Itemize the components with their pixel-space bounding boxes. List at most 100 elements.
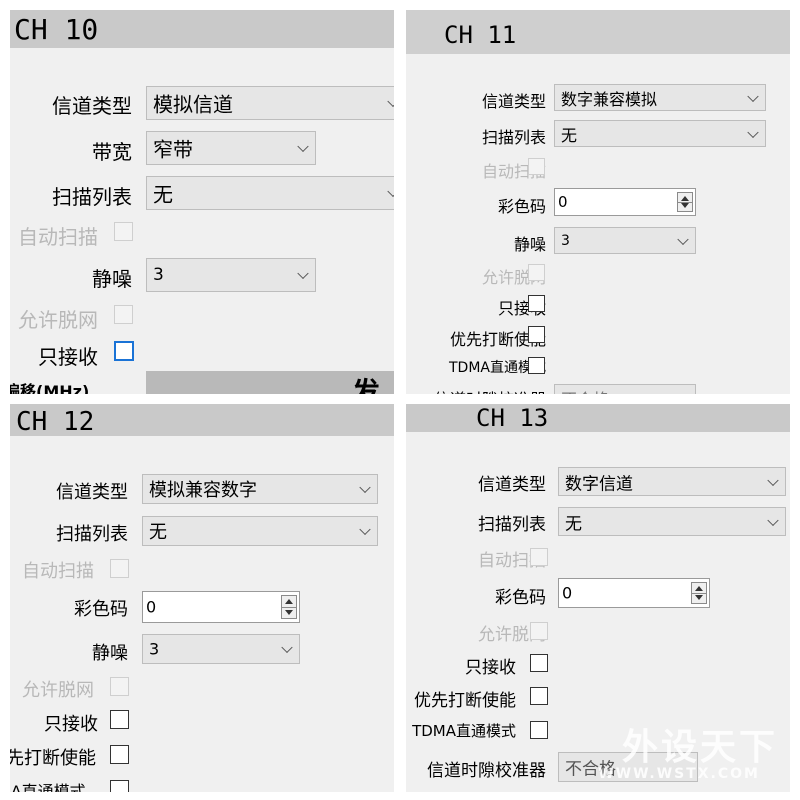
scan-list-select[interactable]: 无: [146, 176, 394, 210]
rx-only-label: 只接收: [465, 658, 516, 678]
auto-scan-checkbox[interactable]: [528, 158, 545, 175]
allow-offnet-checkbox[interactable]: [530, 622, 548, 640]
auto-scan-label: 自动扫描: [22, 561, 94, 582]
tdma-direct-checkbox[interactable]: [530, 721, 548, 739]
color-code-label: 彩色码: [497, 197, 546, 216]
spinner-arrows-icon[interactable]: [691, 582, 707, 604]
chevron-down-icon: [359, 523, 371, 536]
color-code-value: 0: [558, 193, 568, 211]
panel-ch13: CH 13 信道类型 数字信道 扫描列表 无 自动扫描 彩色码 0 允许脱网 只…: [406, 404, 790, 792]
channel-type-label: 信道类型: [478, 475, 546, 495]
squelch-value: 3: [149, 639, 160, 659]
panel-ch10: CH 10 信道类型 模拟信道 带宽 窄带 扫描列表 无 自动扫描 静噪 3 允…: [10, 10, 394, 394]
squelch-label: 静噪: [513, 235, 546, 254]
watermark-logo: 外设天下: [621, 727, 778, 768]
bandwidth-label: 带宽: [92, 140, 132, 164]
chevron-down-icon: [297, 140, 309, 153]
panel-title: CH 10: [10, 10, 394, 48]
rx-only-checkbox[interactable]: [114, 341, 134, 361]
rx-only-checkbox[interactable]: [110, 710, 129, 729]
priority-interrupt-checkbox[interactable]: [528, 326, 545, 343]
tdma-direct-label: TDMA直通模式: [412, 722, 516, 740]
watermark-url: WWW.WSTX.COM: [598, 766, 760, 782]
offset-label: 偏移(MHz): [10, 382, 90, 394]
chevron-down-icon: [767, 514, 779, 526]
squelch-select[interactable]: 3: [146, 258, 316, 292]
transmit-header-text: 发射: [352, 376, 381, 394]
squelch-select[interactable]: 3: [554, 227, 696, 254]
chevron-down-icon: [747, 90, 759, 102]
channel-type-select[interactable]: 模拟信道: [146, 86, 394, 120]
channel-type-value: 数字信道: [565, 474, 633, 494]
color-code-spinbox[interactable]: 0: [142, 591, 300, 623]
bandwidth-value: 窄带: [153, 137, 193, 162]
panel-title: CH 12: [10, 404, 394, 437]
color-code-value: 0: [562, 583, 573, 603]
scan-list-value: 无: [149, 522, 167, 543]
scan-list-value: 无: [565, 514, 582, 534]
scan-list-label: 扫描列表: [478, 515, 546, 535]
tdma-direct-label: IA直通模式: [10, 782, 86, 792]
slot-calibrator-label: 信道时隙校准器: [434, 386, 546, 394]
chevron-down-icon: [359, 481, 371, 494]
allow-offnet-label: 允许脱网: [18, 308, 98, 332]
spinner-arrows-icon[interactable]: [677, 192, 693, 212]
allow-offnet-checkbox[interactable]: [528, 264, 545, 281]
chevron-down-icon: [747, 126, 759, 138]
rx-only-checkbox[interactable]: [530, 654, 548, 672]
channel-type-select[interactable]: 数字信道: [558, 467, 786, 496]
chevron-down-icon: [387, 95, 394, 108]
panel-ch12: CH 12 信道类型 模拟兼容数字 扫描列表 无 自动扫描 彩色码 0 静噪 3…: [10, 404, 394, 792]
scan-list-label: 扫描列表: [481, 128, 546, 147]
channel-type-label: 信道类型: [56, 482, 128, 503]
squelch-label: 静噪: [92, 643, 128, 664]
auto-scan-label: 自动扫描: [18, 225, 98, 249]
channel-type-select[interactable]: 模拟兼容数字: [142, 474, 378, 504]
priority-interrupt-label: 先打断使能: [10, 748, 96, 769]
rx-only-label: 只接收: [38, 345, 98, 369]
auto-scan-checkbox[interactable]: [114, 222, 133, 241]
squelch-select[interactable]: 3: [142, 634, 300, 664]
channel-type-label: 信道类型: [481, 92, 546, 111]
chevron-down-icon: [767, 474, 779, 486]
color-code-spinbox[interactable]: 0: [554, 188, 696, 216]
channel-type-select[interactable]: 数字兼容模拟: [554, 84, 766, 111]
allow-offnet-label: 允许脱网: [22, 680, 94, 701]
color-code-spinbox[interactable]: 0: [558, 578, 710, 608]
squelch-value: 3: [561, 232, 570, 249]
rx-only-checkbox[interactable]: [528, 295, 545, 312]
priority-interrupt-label: 优先打断使能: [414, 691, 516, 711]
squelch-value: 3: [153, 265, 164, 285]
auto-scan-checkbox[interactable]: [110, 559, 129, 578]
chevron-down-icon: [297, 267, 309, 280]
scan-list-label: 扫描列表: [56, 524, 128, 545]
squelch-label: 静噪: [92, 267, 132, 291]
bandwidth-select[interactable]: 窄带: [146, 131, 316, 165]
channel-type-label: 信道类型: [52, 94, 132, 118]
tdma-direct-checkbox[interactable]: [110, 780, 129, 792]
color-code-value: 0: [146, 597, 157, 617]
color-code-label: 彩色码: [74, 599, 128, 620]
slot-calibrator-field[interactable]: 不合格: [554, 384, 696, 394]
allow-offnet-checkbox[interactable]: [114, 305, 133, 324]
allow-offnet-checkbox[interactable]: [110, 677, 129, 696]
auto-scan-checkbox[interactable]: [530, 548, 548, 566]
slot-calibrator-value: 不合格: [561, 386, 609, 395]
color-code-label: 彩色码: [495, 588, 546, 608]
channel-type-value: 模拟信道: [153, 92, 233, 117]
scan-list-select[interactable]: 无: [558, 507, 786, 536]
priority-interrupt-checkbox[interactable]: [110, 745, 129, 764]
spinner-arrows-icon[interactable]: [281, 595, 297, 619]
scan-list-value: 无: [153, 182, 173, 207]
chevron-down-icon: [281, 641, 293, 654]
scan-list-select[interactable]: 无: [142, 516, 378, 546]
panel-title: CH 11: [406, 10, 790, 54]
scan-list-value: 无: [561, 125, 578, 145]
chevron-down-icon: [677, 233, 689, 245]
priority-interrupt-checkbox[interactable]: [530, 687, 548, 705]
transmit-section-header: 发射: [146, 371, 394, 394]
channel-type-value: 数字兼容模拟: [561, 89, 658, 109]
tdma-direct-checkbox[interactable]: [528, 357, 545, 374]
scan-list-select[interactable]: 无: [554, 120, 766, 147]
rx-only-label: 只接收: [44, 714, 98, 735]
